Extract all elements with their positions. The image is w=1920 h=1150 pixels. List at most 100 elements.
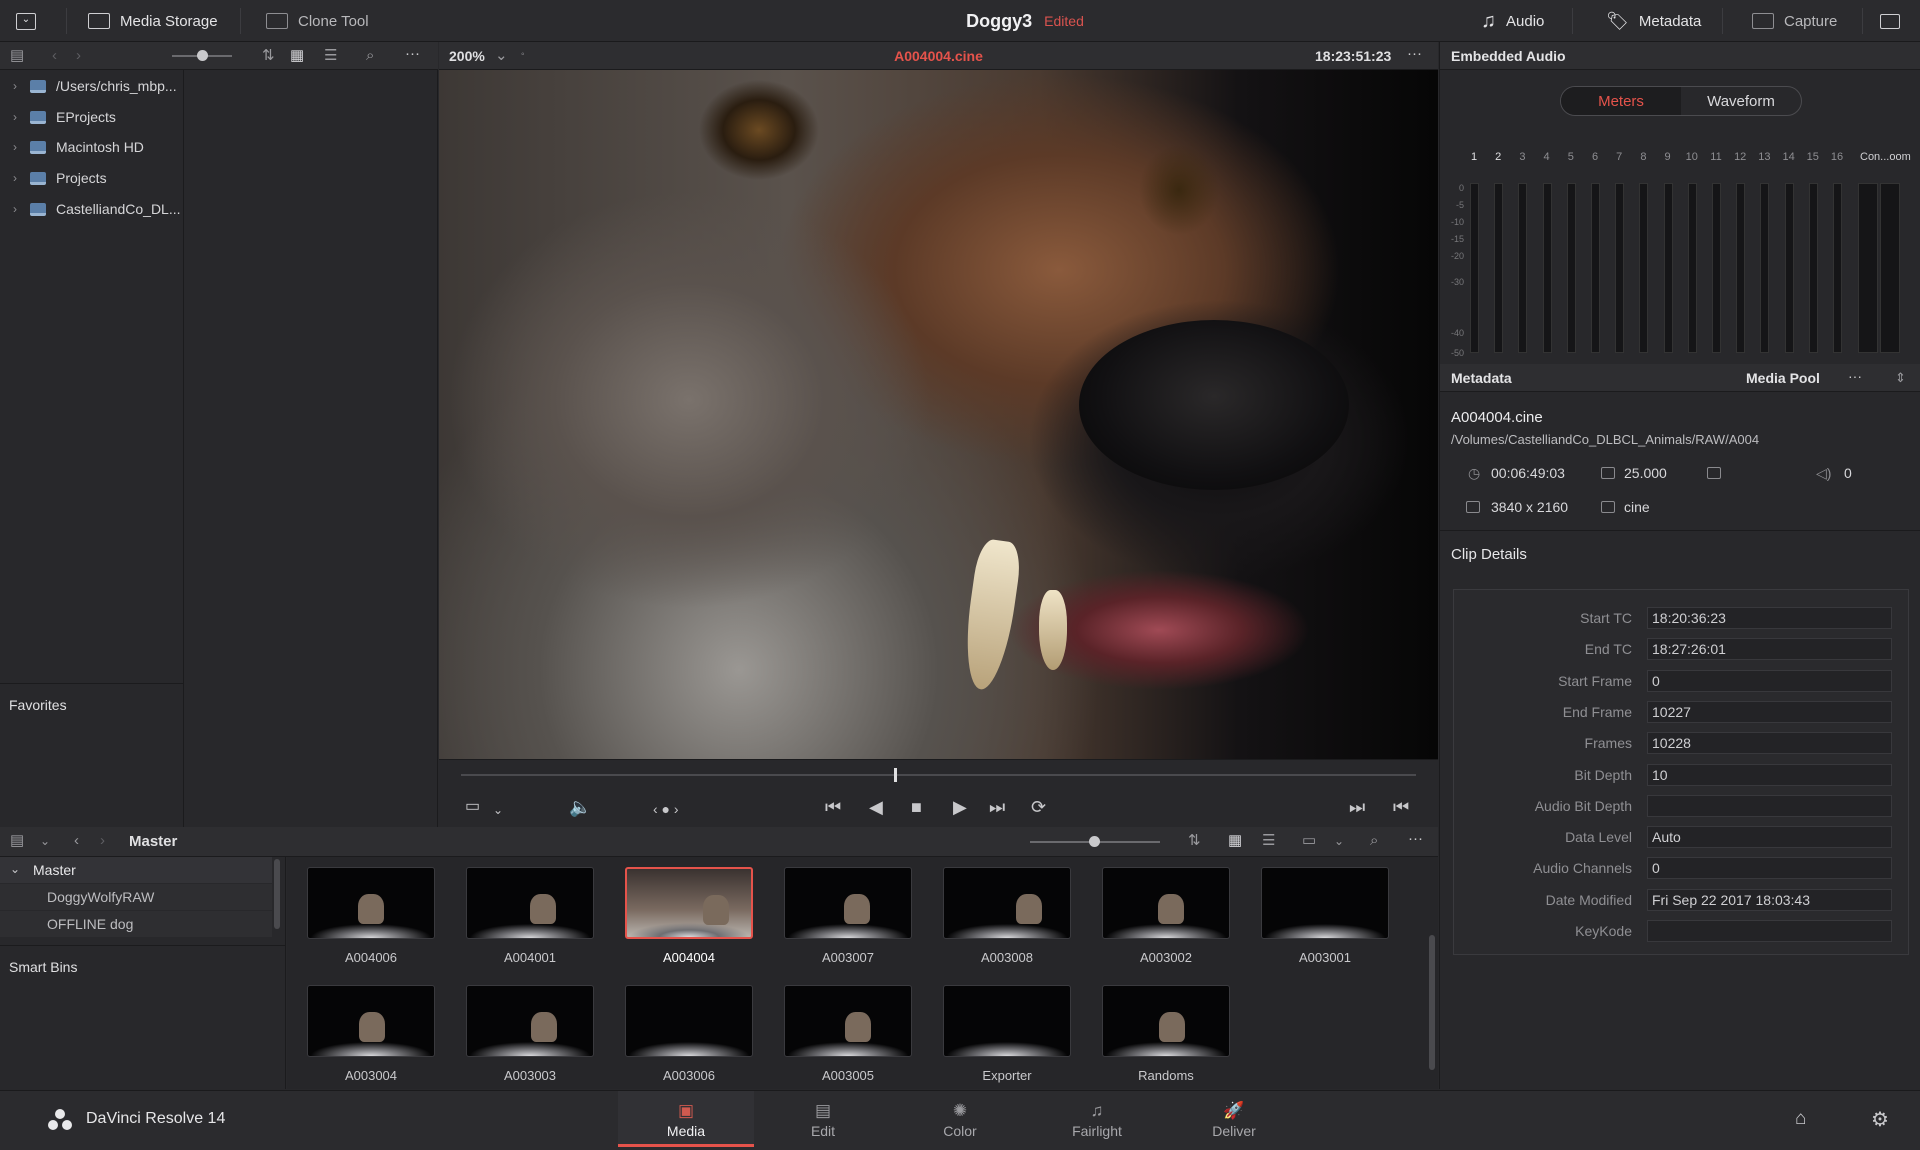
sidebar-toggle-icon[interactable]: ▤ <box>10 48 24 63</box>
viewer-mode-icon[interactable]: ▭ <box>465 798 480 816</box>
page-tab-fairlight[interactable]: ♫ Fairlight <box>1029 1091 1165 1147</box>
metadata-more-icon[interactable]: ··· <box>1848 368 1862 384</box>
project-title: Doggy3 Edited <box>900 0 1150 42</box>
previous-clip-icon[interactable]: ⏮ <box>1393 798 1409 816</box>
next-clip-icon[interactable]: ⏭ <box>1349 798 1365 816</box>
thumbnail-subject <box>359 1012 385 1042</box>
slider-handle[interactable] <box>1089 836 1100 847</box>
back-icon[interactable]: ‹ <box>52 48 57 63</box>
metadata-tag-icon: 🏷 <box>1606 10 1629 31</box>
stop-icon[interactable]: ■ <box>911 798 922 816</box>
chevron-down-icon[interactable]: ⌄ <box>40 834 50 848</box>
page-tab-deliver[interactable]: 🚀 Deliver <box>1166 1091 1302 1147</box>
transport-controls: ▭ ⌄ 🔈 ‹ ● › ⏮ ◀ ■ ▶ ⏭ ⟳ ⏭ ⏮ <box>439 759 1438 827</box>
clip-detail-value-field[interactable]: 18:20:36:23 <box>1647 607 1892 629</box>
sort-icon[interactable]: ⇅ <box>1188 833 1201 848</box>
clip-thumbnail[interactable] <box>943 985 1071 1057</box>
more-options-icon[interactable]: ··· <box>1408 831 1423 846</box>
volume-icon[interactable]: 🔈 <box>569 798 591 816</box>
clip-detail-value-field[interactable]: 10 <box>1647 763 1892 786</box>
bin-scrollbar[interactable] <box>274 859 280 929</box>
page-tab-media[interactable]: ▣ Media <box>618 1091 754 1147</box>
clone-tool-button[interactable]: Clone Tool <box>266 0 369 42</box>
play-reverse-icon[interactable]: ◀ <box>869 798 883 816</box>
more-options-icon[interactable]: ··· <box>405 46 420 61</box>
filter-icon[interactable]: ▭ <box>1302 833 1316 848</box>
viewer-more-icon[interactable]: ··· <box>1407 46 1422 61</box>
tree-item-castelliandco[interactable]: › CastelliandCo_DL... <box>0 194 181 224</box>
forward-icon[interactable]: › <box>100 833 105 848</box>
clip-thumbnail[interactable] <box>625 867 753 939</box>
resolution-icon <box>1466 501 1480 513</box>
scrubber-bar[interactable] <box>461 774 1416 776</box>
home-icon[interactable]: ⌂ <box>1795 1108 1806 1130</box>
clip-detail-value-field[interactable]: Auto <box>1647 826 1892 849</box>
sort-icon[interactable]: ⇅ <box>262 48 275 63</box>
metadata-label: Metadata <box>1638 12 1702 30</box>
settings-gear-icon[interactable]: ⚙ <box>1871 1107 1889 1132</box>
tree-item-macintosh-hd[interactable]: › Macintosh HD <box>0 132 144 162</box>
clip-thumbnail[interactable] <box>1261 867 1389 939</box>
bin-list-toggle-icon[interactable]: ▤ <box>10 833 24 848</box>
bin-master[interactable]: ⌄ Master <box>0 857 272 883</box>
tree-item-users[interactable]: › /Users/chris_mbp... <box>0 71 177 101</box>
media-pool-toolbar: ▤ ⌄ ‹ › Master ⇅ ▦ ☰ ▭ ⌄ ⌕ ··· <box>0 827 1438 857</box>
clip-thumbnail[interactable] <box>1102 867 1230 939</box>
clip-name-label: A004001 <box>503 950 557 965</box>
clip-detail-value-field[interactable]: 10228 <box>1647 732 1892 755</box>
page-tab-edit[interactable]: ▤ Edit <box>755 1091 891 1147</box>
back-icon[interactable]: ‹ <box>74 833 79 848</box>
clip-detail-value-field[interactable]: 0 <box>1647 857 1892 880</box>
bin-offline-dog[interactable]: OFFLINE dog <box>0 911 272 937</box>
deliver-icon: 🚀 <box>1223 1101 1245 1120</box>
clip-detail-value-field[interactable]: Fri Sep 22 2017 18:03:43 <box>1647 888 1892 911</box>
grid-view-icon[interactable]: ▦ <box>1228 833 1242 848</box>
slider-handle[interactable] <box>197 50 208 61</box>
clip-detail-value-field[interactable] <box>1647 920 1892 942</box>
list-view-icon[interactable]: ☰ <box>1262 833 1275 848</box>
clip-detail-value-field[interactable] <box>1647 794 1892 817</box>
playhead[interactable] <box>894 768 897 782</box>
thumbnail-image <box>944 916 1070 938</box>
tree-item-eprojects[interactable]: › EProjects <box>0 102 116 132</box>
clip-thumbnail[interactable] <box>466 985 594 1057</box>
clip-detail-value-field[interactable]: 18:27:26:01 <box>1647 638 1892 661</box>
media-pool-source-label[interactable]: Media Pool <box>1746 370 1820 386</box>
expand-icon[interactable]: ⇕ <box>1895 370 1906 386</box>
clip-detail-value-field[interactable]: 10227 <box>1647 700 1892 723</box>
clip-thumbnail[interactable] <box>1102 985 1230 1057</box>
clip-thumbnail[interactable] <box>943 867 1071 939</box>
play-icon[interactable]: ▶ <box>953 798 967 816</box>
jog-control-icon[interactable]: ‹ ● › <box>653 800 679 818</box>
clip-thumbnail[interactable] <box>307 867 435 939</box>
forward-icon[interactable]: › <box>76 48 81 63</box>
thumbnail-subject <box>703 895 729 925</box>
chevron-down-icon[interactable]: ⌄ <box>1334 834 1344 848</box>
clip-grid-scrollbar[interactable] <box>1429 935 1435 1070</box>
chevron-down-icon[interactable]: ⌄ <box>493 801 503 819</box>
grid-view-icon[interactable]: ▦ <box>290 48 304 63</box>
capture-button[interactable]: Capture <box>1752 0 1837 42</box>
metadata-button[interactable]: 🏷 Metadata <box>1606 0 1701 42</box>
bin-doggywolfyraw[interactable]: DoggyWolfyRAW <box>0 884 272 910</box>
search-icon[interactable]: ⌕ <box>366 48 374 63</box>
page-tab-color[interactable]: ✺ Color <box>892 1091 1028 1147</box>
panel-toggle-button[interactable]: ⌄ <box>16 0 36 42</box>
go-to-end-icon[interactable]: ⏭ <box>989 798 1005 816</box>
clip-thumbnail[interactable] <box>307 985 435 1057</box>
media-storage-button[interactable]: Media Storage <box>88 0 218 42</box>
page-tab-label: Media <box>666 1123 706 1139</box>
clip-thumbnail[interactable] <box>784 867 912 939</box>
loop-icon[interactable]: ⟳ <box>1031 798 1046 816</box>
clip-detail-value-field[interactable]: 0 <box>1647 669 1892 692</box>
clip-thumbnail[interactable] <box>466 867 594 939</box>
fullscreen-button[interactable] <box>1880 0 1900 42</box>
go-to-start-icon[interactable]: ⏮ <box>825 798 841 816</box>
tree-item-projects[interactable]: › Projects <box>0 163 107 193</box>
clip-thumbnail[interactable] <box>784 985 912 1057</box>
clip-thumbnail[interactable] <box>625 985 753 1057</box>
audio-button[interactable]: ♫ Audio <box>1481 0 1544 42</box>
search-icon[interactable]: ⌕ <box>1370 833 1378 848</box>
source-viewer[interactable] <box>439 70 1438 759</box>
list-view-icon[interactable]: ☰ <box>324 48 337 63</box>
